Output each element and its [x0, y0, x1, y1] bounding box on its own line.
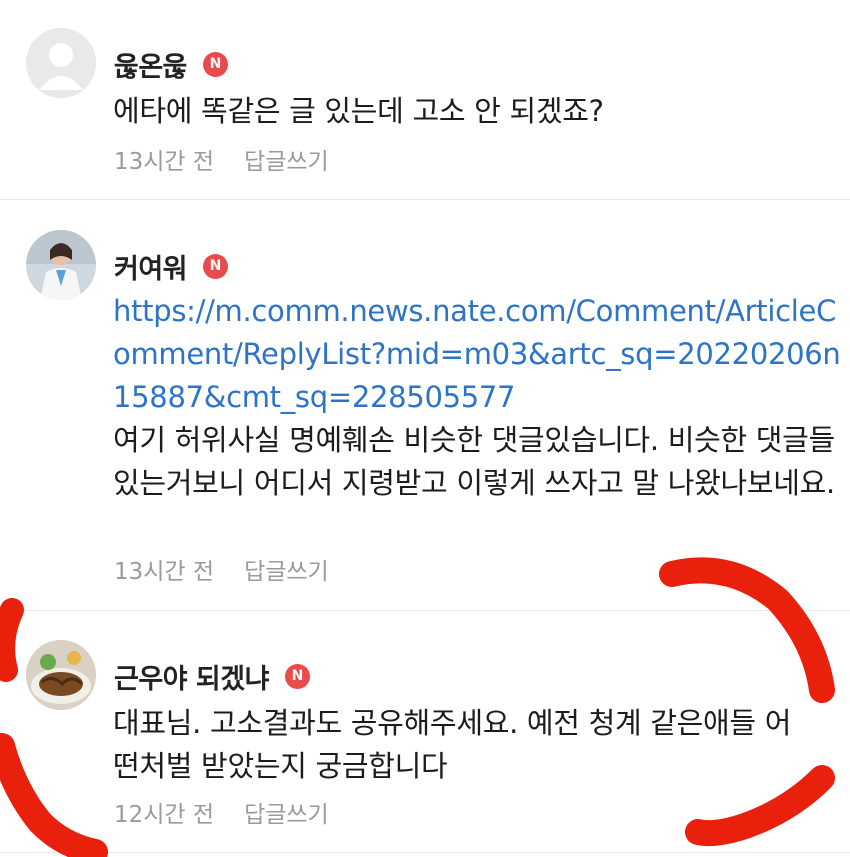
comment-2-author-row: 커여워 N [114, 246, 229, 286]
marker-stroke-top-right [659, 557, 835, 703]
default-avatar[interactable] [26, 28, 96, 98]
marker-stroke-left-bottom [0, 733, 108, 857]
reply-button[interactable]: 답글쓰기 [244, 795, 329, 829]
comment-text: 에타에 똑같은 글 있는데 고소 안 되겠죠? [113, 94, 604, 128]
comment-meta: 13시간 전 답글쓰기 [114, 552, 329, 586]
divider [0, 199, 850, 200]
comment-text: 여기 허위사실 명예훼손 비슷한 댓글있습니다. 비슷한 댓글들 있는거보니 어… [113, 423, 835, 500]
comment-timestamp: 13시간 전 [114, 559, 215, 585]
new-badge: N [203, 51, 229, 77]
comment-author[interactable]: 근우야 되겠냐 [114, 657, 269, 696]
divider [0, 852, 850, 853]
comment-meta: 12시간 전 답글쓰기 [114, 795, 329, 829]
comment-text: 대표님. 고소결과도 공유해주세요. 예전 청계 같은애들 어떤처벌 받았는지 … [113, 706, 792, 783]
user-avatar[interactable] [26, 230, 96, 300]
comment-author[interactable]: 커여워 [114, 247, 188, 286]
comment-author[interactable]: 욶온욶 [114, 45, 188, 84]
divider [0, 610, 850, 611]
comment-link[interactable]: https://m.comm.news.nate.com/Comment/Art… [113, 294, 841, 414]
comment-timestamp: 13시간 전 [114, 149, 215, 175]
comment-1-author-row: 욶온욶 N [114, 44, 229, 84]
comment-timestamp: 12시간 전 [114, 802, 215, 828]
comment-meta: 13시간 전 답글쓰기 [114, 142, 329, 176]
comment-3-author-row: 근우야 되겠냐 N [114, 656, 310, 696]
user-avatar[interactable] [26, 640, 96, 710]
comment-body: https://m.comm.news.nate.com/Comment/Art… [113, 290, 843, 505]
new-badge: N [284, 663, 310, 689]
marker-stroke-left-top [0, 598, 24, 682]
new-badge: N [203, 253, 229, 279]
reply-button[interactable]: 답글쓰기 [244, 142, 329, 176]
reply-button[interactable]: 답글쓰기 [244, 552, 329, 586]
